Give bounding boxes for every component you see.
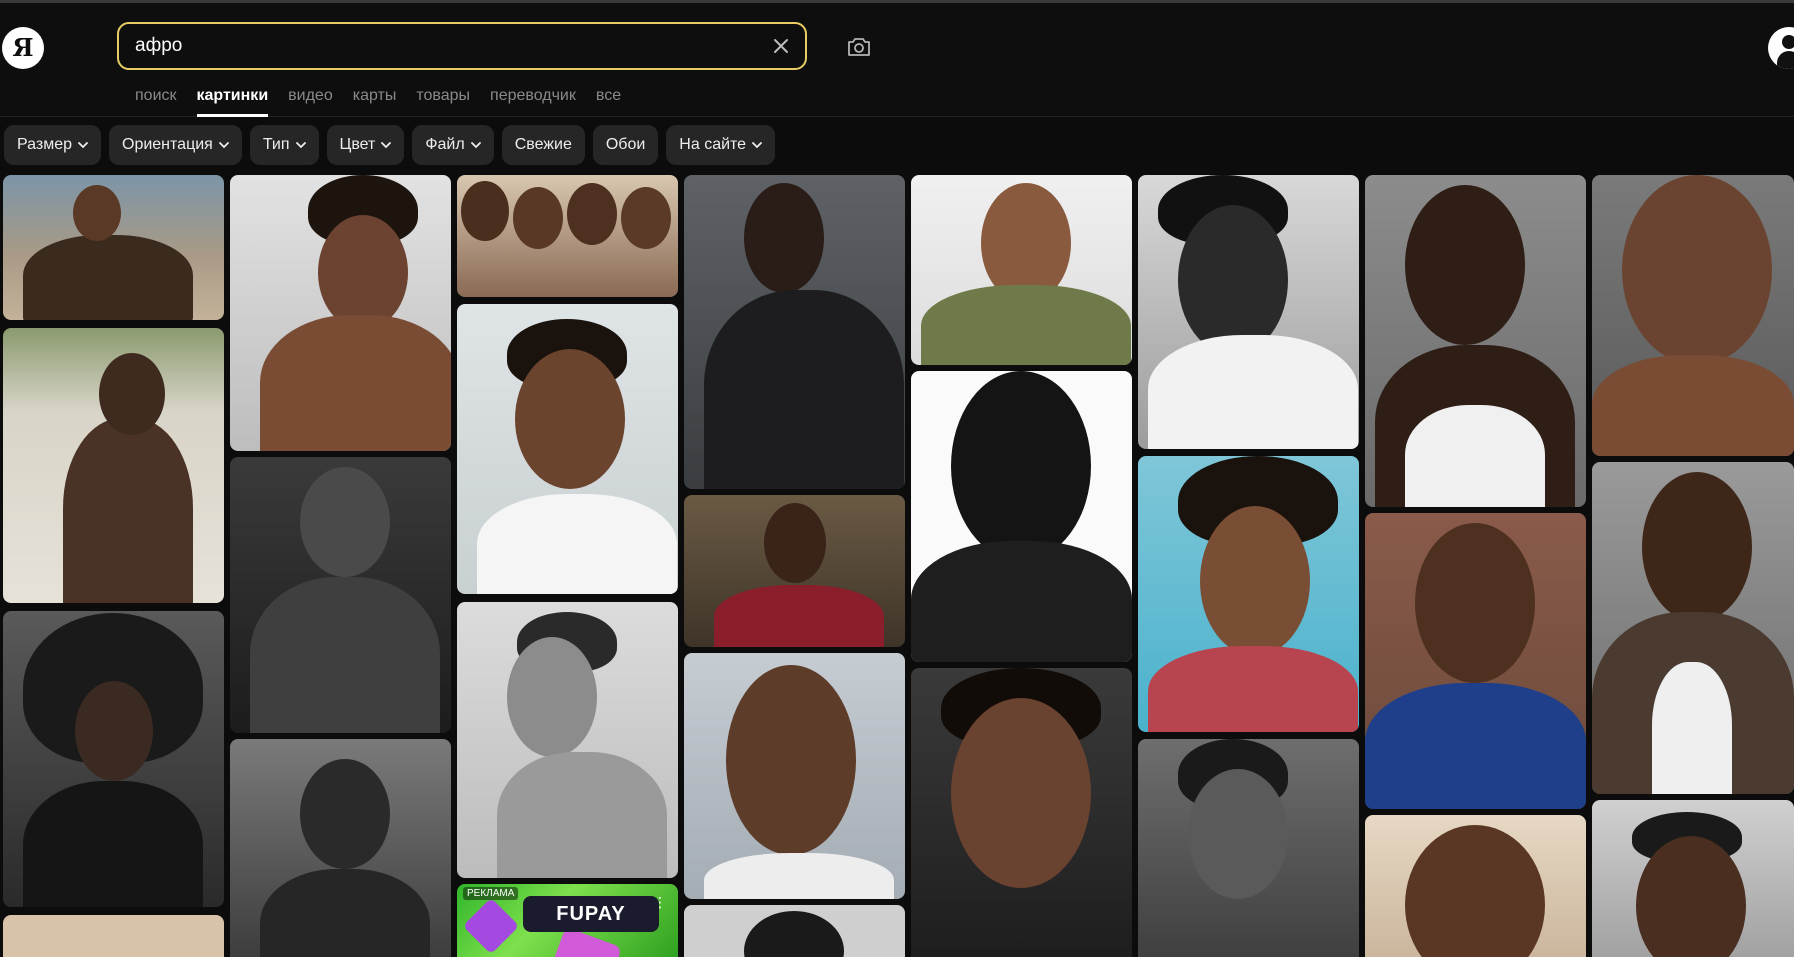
image-result[interactable]	[230, 457, 451, 733]
image-result[interactable]	[230, 739, 451, 957]
clear-search-button[interactable]	[769, 34, 793, 58]
user-avatar[interactable]	[1768, 27, 1794, 69]
image-result[interactable]	[3, 175, 224, 320]
image-result[interactable]	[684, 653, 905, 899]
filter-label: Обои	[605, 136, 646, 153]
image-result[interactable]	[1138, 739, 1359, 957]
filter-label: Файл	[425, 136, 465, 153]
filter-size[interactable]: Размер	[4, 125, 101, 165]
image-result[interactable]	[3, 328, 224, 603]
filter-label: Свежие	[514, 136, 572, 153]
filter-label: Размер	[17, 136, 72, 153]
tab-search[interactable]: поиск	[135, 83, 187, 117]
tab-images[interactable]: картинки	[187, 83, 279, 117]
more-options-icon[interactable]: ⋮	[652, 894, 668, 910]
ad-gem-shape	[462, 897, 520, 955]
filter-orientation[interactable]: Ориентация	[109, 125, 242, 165]
image-result[interactable]	[1365, 175, 1586, 507]
ad-brand: FUPAY	[523, 896, 659, 932]
image-result[interactable]	[230, 175, 451, 451]
tab-translator[interactable]: переводчик	[480, 83, 586, 117]
filter-fresh[interactable]: Свежие	[501, 125, 585, 165]
ad-label: РЕКЛАМА	[463, 887, 519, 900]
image-result[interactable]	[1592, 462, 1794, 794]
search-box	[117, 22, 807, 70]
close-icon	[774, 39, 788, 53]
ad-banner[interactable]: РЕКЛАМА FUPAY ⋮	[457, 884, 678, 957]
camera-icon	[848, 38, 870, 56]
chevron-down-icon	[381, 142, 392, 149]
tab-all[interactable]: все	[586, 83, 631, 117]
image-result[interactable]	[911, 668, 1132, 957]
filter-label: Ориентация	[122, 136, 213, 153]
tab-products[interactable]: товары	[406, 83, 480, 117]
tab-maps[interactable]: карты	[343, 83, 407, 117]
tab-video[interactable]: видео	[278, 83, 343, 117]
filter-color[interactable]: Цвет	[326, 125, 405, 165]
image-result[interactable]	[3, 611, 224, 907]
image-result[interactable]	[457, 304, 678, 594]
image-result[interactable]	[1365, 513, 1586, 809]
image-result[interactable]	[684, 905, 905, 957]
image-result[interactable]	[911, 371, 1132, 662]
image-result[interactable]	[1138, 175, 1359, 449]
image-result[interactable]	[3, 915, 224, 957]
image-result[interactable]	[1592, 175, 1794, 456]
image-result[interactable]	[911, 175, 1132, 365]
image-results-grid: РЕКЛАМА FUPAY ⋮	[0, 173, 1794, 957]
filter-bar: Размер Ориентация Тип Цвет Файл Свежие О…	[4, 125, 776, 165]
image-result[interactable]	[684, 175, 905, 489]
image-result[interactable]	[457, 602, 678, 878]
image-result[interactable]	[457, 175, 678, 297]
search-tabs: поиск картинки видео карты товары перево…	[135, 83, 631, 117]
image-search-button[interactable]	[846, 34, 872, 60]
header: Я поиск картинки видео карты товары пере…	[0, 3, 1794, 117]
filter-label: Тип	[262, 136, 290, 153]
chevron-down-icon	[470, 142, 481, 149]
filter-type[interactable]: Тип	[249, 125, 319, 165]
image-result[interactable]	[1592, 800, 1794, 957]
yandex-logo[interactable]: Я	[2, 27, 44, 69]
search-input[interactable]	[135, 35, 735, 57]
avatar-head-shape	[1782, 35, 1794, 49]
filter-label: Цвет	[339, 136, 376, 153]
filter-file[interactable]: Файл	[412, 125, 494, 165]
chevron-down-icon	[218, 142, 229, 149]
chevron-down-icon	[295, 142, 306, 149]
image-result[interactable]	[1138, 456, 1359, 732]
filter-on-site[interactable]: На сайте	[666, 125, 776, 165]
chevron-down-icon	[78, 142, 88, 149]
filter-label: На сайте	[679, 136, 747, 153]
chevron-down-icon	[752, 142, 762, 149]
image-result[interactable]	[1365, 815, 1586, 957]
avatar-body-shape	[1777, 51, 1794, 69]
filter-wallpapers[interactable]: Обои	[592, 125, 659, 165]
image-result[interactable]	[684, 495, 905, 647]
